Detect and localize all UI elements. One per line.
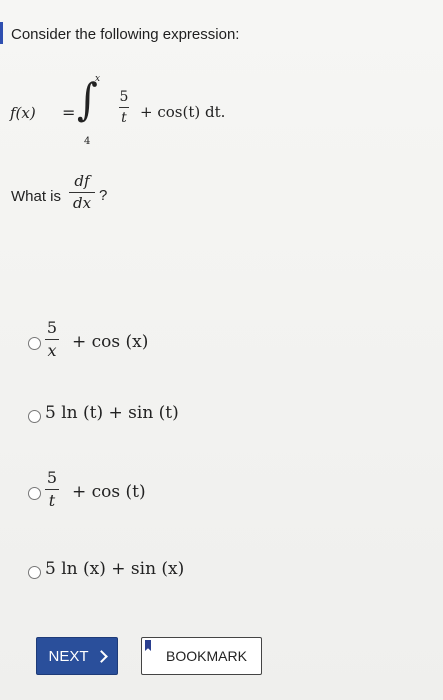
- option-fraction: 5 t: [45, 470, 59, 509]
- integrand-remainder: + cos(t) dt.: [140, 103, 226, 121]
- option-numerator: 5: [46, 318, 58, 337]
- fraction-bar: [45, 339, 59, 340]
- derivative-numerator: df: [74, 172, 90, 190]
- integrand-numerator: 5: [119, 89, 129, 105]
- fraction-bar: [45, 489, 59, 490]
- derivative-fraction: df dx: [69, 174, 95, 211]
- option-text: + cos (t): [72, 482, 146, 502]
- question-page: Consider the following expression: f(x) …: [0, 0, 443, 700]
- integrand-fraction: 5 t: [119, 90, 129, 125]
- answer-option-4[interactable]: 5 ln (x) + sin (x): [28, 556, 408, 606]
- radio-button[interactable]: [28, 410, 41, 423]
- integral-sign: ∫: [77, 74, 98, 126]
- integral-lower-limit: 4: [84, 136, 91, 147]
- answer-option-1[interactable]: 5 x + cos (x): [28, 320, 408, 370]
- integrand-denominator: t: [121, 110, 127, 126]
- radio-button[interactable]: [28, 487, 41, 500]
- option-text: + cos (x): [72, 332, 149, 352]
- equals-sign: =: [62, 103, 76, 122]
- question-prompt: Consider the following expression:: [11, 26, 240, 43]
- function-name: f(x): [10, 104, 36, 122]
- option-text: 5 ln (t) + sin (t): [45, 403, 179, 423]
- question-label: What is: [11, 188, 62, 205]
- bookmark-button-label: BOOKMARK: [166, 648, 247, 664]
- question-mark: ?: [99, 187, 108, 204]
- derivative-denominator: dx: [72, 194, 92, 212]
- bookmark-icon: [145, 640, 151, 651]
- integral-upper-limit: x: [95, 74, 101, 84]
- derivative-question: What is df dx ?: [11, 170, 211, 220]
- function-expression: f(x) = ∫ x 4 5 t + cos(t) dt.: [10, 74, 430, 150]
- fraction-bar: [119, 107, 129, 108]
- radio-button[interactable]: [28, 566, 41, 579]
- answer-option-3[interactable]: 5 t + cos (t): [28, 470, 408, 520]
- chevron-right-icon: [94, 649, 108, 663]
- radio-button[interactable]: [28, 337, 41, 350]
- option-numerator: 5: [46, 468, 58, 487]
- accent-bar: [0, 22, 3, 44]
- fraction-bar: [69, 192, 95, 193]
- bookmark-button[interactable]: BOOKMARK: [141, 637, 262, 675]
- option-text: 5 ln (x) + sin (x): [45, 559, 185, 579]
- next-button-label: NEXT: [48, 647, 89, 665]
- option-fraction: 5 x: [45, 320, 59, 359]
- option-denominator: x: [47, 341, 57, 360]
- answer-option-2[interactable]: 5 ln (t) + sin (t): [28, 400, 408, 450]
- option-denominator: t: [48, 491, 56, 510]
- next-button[interactable]: NEXT: [36, 637, 118, 675]
